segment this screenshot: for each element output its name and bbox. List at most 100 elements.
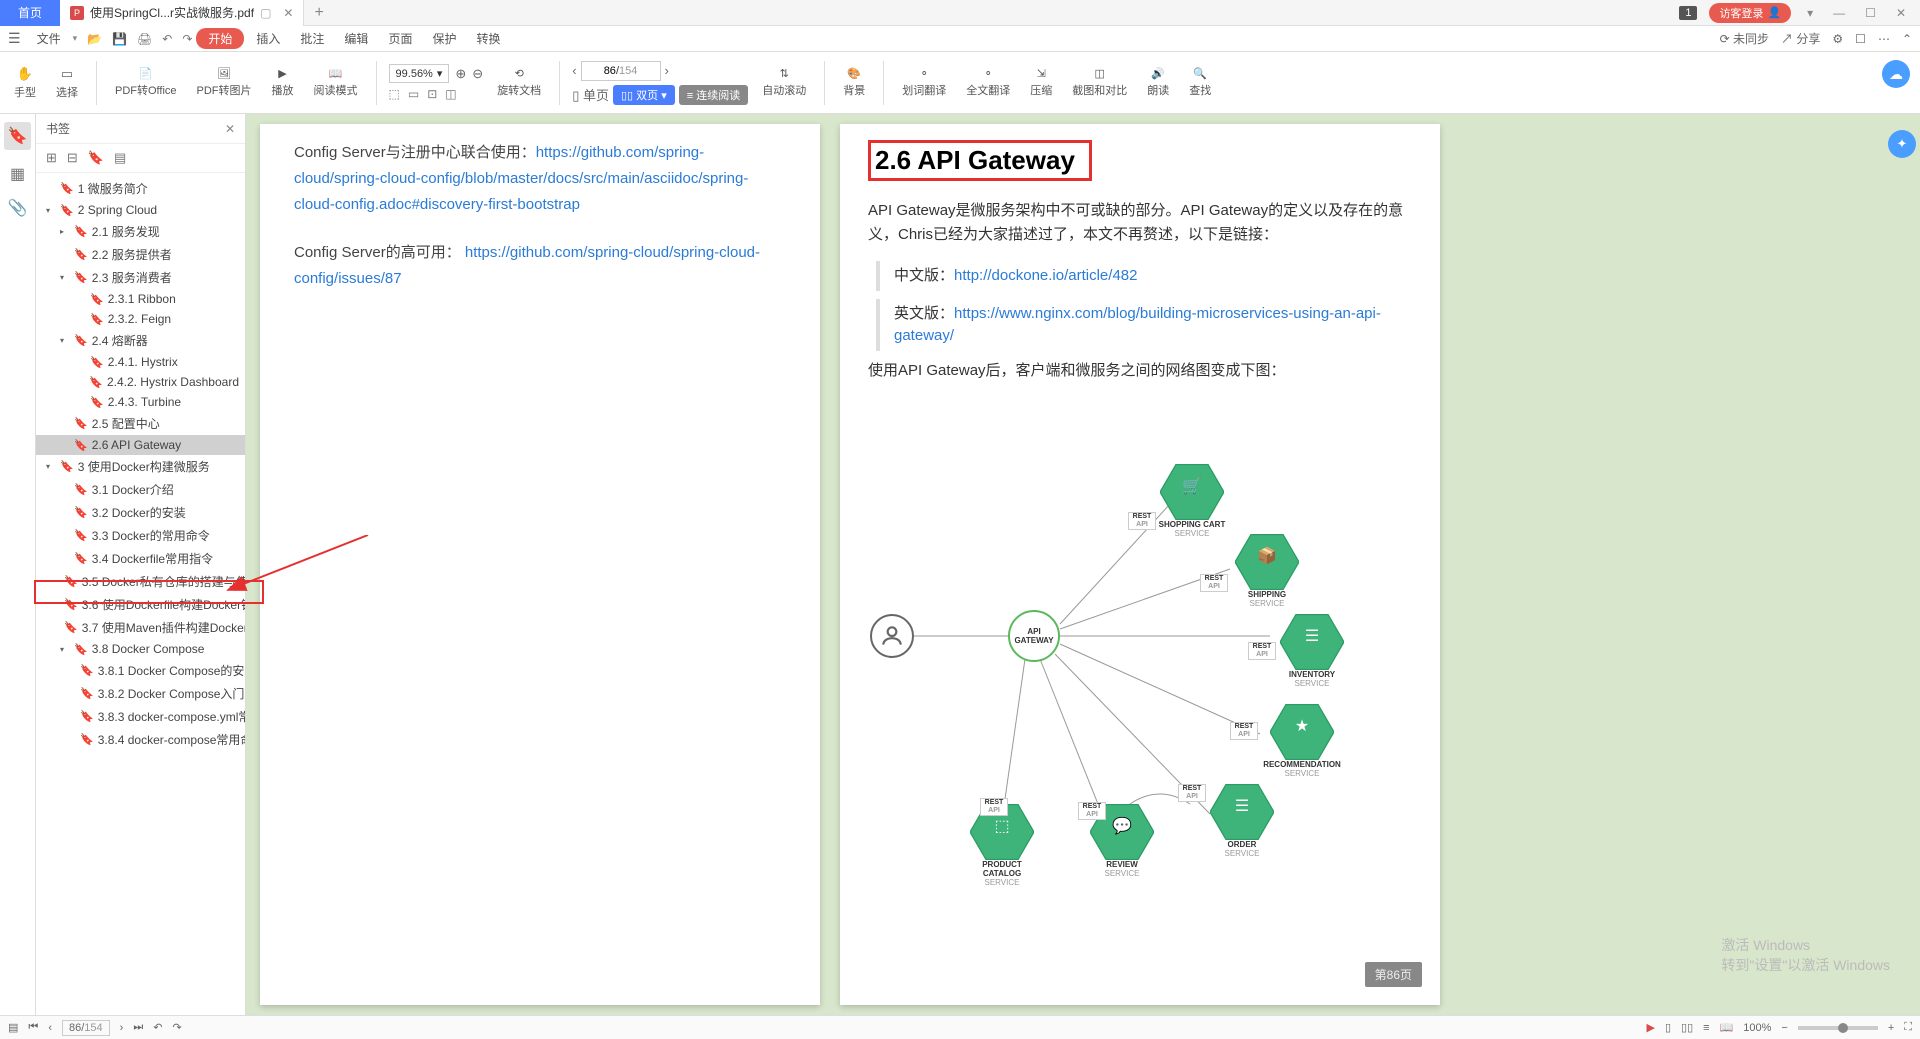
bookmark-item[interactable]: 🔖2.2 服务提供者 [36, 243, 245, 266]
hamburger-icon[interactable]: ☰ [8, 30, 21, 47]
bookmark-item[interactable]: ▸🔖2.1 服务发现 [36, 220, 245, 243]
prev-page-icon[interactable]: ‹ [572, 63, 576, 78]
background-tool[interactable]: 🎨背景 [837, 67, 871, 98]
file-dropdown-icon[interactable]: ▾ [73, 33, 78, 44]
select-tool[interactable]: ▭选择 [50, 66, 84, 100]
print-icon[interactable]: 🖨 [137, 32, 152, 46]
more-icon[interactable]: ⋯ [1878, 32, 1890, 46]
bookmark-rail-icon[interactable]: 🔖 [4, 122, 32, 150]
sb-next-page[interactable]: › [120, 1022, 124, 1034]
bookmark-item[interactable]: 🔖2.4.1. Hystrix [36, 352, 245, 372]
menu-page[interactable]: 页面 [380, 26, 420, 51]
share-button[interactable]: ↗ 分享 [1781, 30, 1820, 47]
bookmark-item[interactable]: 🔖3.8.1 Docker Compose的安装 [36, 659, 245, 682]
bookmark-item[interactable]: ▾🔖2.4 熔断器 [36, 329, 245, 352]
redo-icon[interactable]: ↷ [182, 32, 192, 46]
read-aloud-tool[interactable]: 🔊朗读 [1141, 67, 1175, 98]
sb-view-book[interactable]: 📖 [1720, 1021, 1734, 1034]
bookmark-item[interactable]: 🔖3.2 Docker的安装 [36, 501, 245, 524]
attachment-rail-icon[interactable]: 📎 [8, 198, 28, 218]
file-tab[interactable]: P 使用SpringCl...r实战微服务.pdf ▢ ✕ [60, 0, 304, 26]
menu-edit[interactable]: 编辑 [336, 26, 376, 51]
bookmark-item[interactable]: 🔖3.8.2 Docker Compose入门示例 [36, 682, 245, 705]
bookmark-item[interactable]: 🔖2.4.2. Hystrix Dashboard [36, 372, 245, 392]
bookmark-options-icon[interactable]: ▤ [114, 150, 126, 166]
bookmark-item[interactable]: 🔖3.1 Docker介绍 [36, 478, 245, 501]
bookmark-item[interactable]: 🔖3.5 Docker私有仓库的搭建与使用 [36, 570, 245, 593]
sb-zoom-out[interactable]: − [1781, 1022, 1787, 1034]
close-tab-icon[interactable]: ✕ [283, 6, 293, 20]
actual-size-icon[interactable]: ⊡ [427, 87, 437, 101]
feedback-icon[interactable]: ☐ [1855, 32, 1866, 46]
sb-panel-icon[interactable]: ▤ [8, 1021, 18, 1034]
floating-assistant-button[interactable]: ✦ [1888, 130, 1916, 158]
bookmark-item[interactable]: 🔖3.3 Docker的常用命令 [36, 524, 245, 547]
bookmark-item[interactable]: ▾🔖3.8 Docker Compose [36, 639, 245, 659]
bookmark-item[interactable]: 🔖3.8.3 docker-compose.yml常用命令 [36, 705, 245, 728]
guest-login-button[interactable]: 访客登录 👤 [1709, 3, 1791, 23]
double-page-button[interactable]: ▯▯ 双页 ▾ [613, 85, 675, 105]
menu-annotate[interactable]: 批注 [292, 26, 332, 51]
sb-zoom-value[interactable]: 100% [1743, 1022, 1771, 1034]
tab-menu-icon[interactable]: ▢ [260, 6, 271, 20]
sb-zoom-in[interactable]: + [1888, 1022, 1894, 1034]
bookmark-item[interactable]: 🔖3.8.4 docker-compose常用命令 [36, 728, 245, 751]
sb-view-continuous[interactable]: ≡ [1703, 1022, 1709, 1034]
zoom-in-icon[interactable]: ⊕ [455, 66, 466, 82]
sb-view-single[interactable]: ▯ [1665, 1021, 1671, 1034]
thumbnail-rail-icon[interactable]: ▦ [10, 164, 25, 184]
link-zh[interactable]: http://dockone.io/article/482 [954, 267, 1137, 284]
bookmark-item[interactable]: 🔖2.5 配置中心 [36, 412, 245, 435]
compare-tool[interactable]: ◫截图和对比 [1066, 67, 1133, 98]
bookmark-item[interactable]: 🔖3.7 使用Maven插件构建Docker镜像 [36, 616, 245, 639]
sb-first-page[interactable]: ⏮ [28, 1021, 38, 1034]
zoom-out-icon[interactable]: ⊖ [472, 66, 483, 82]
add-bookmark-icon[interactable]: 🔖 [88, 150, 104, 166]
save-icon[interactable]: 💾 [112, 32, 127, 46]
cloud-sync-button[interactable]: ☁ [1882, 60, 1910, 88]
sb-record-icon[interactable]: ▶ [1647, 1021, 1655, 1034]
bookmark-item[interactable]: ▾🔖2.3 服务消费者 [36, 266, 245, 289]
home-tab[interactable]: 首页 [0, 0, 60, 26]
expand-all-icon[interactable]: ⊞ [46, 150, 57, 166]
bookmark-item[interactable]: 🔖3.4 Dockerfile常用指令 [36, 547, 245, 570]
fit-page-icon[interactable]: ▭ [408, 87, 419, 101]
sb-forward-icon[interactable]: ↷ [172, 1021, 181, 1034]
continuous-read-button[interactable]: ≡ 连续阅读 [679, 85, 748, 105]
pdf-to-office[interactable]: 📄PDF转Office [109, 67, 183, 98]
sb-last-page[interactable]: ⏭ [133, 1021, 143, 1034]
sb-page-input[interactable]: 86/154 [62, 1020, 110, 1036]
rotate-tool[interactable]: ⟲旋转文档 [491, 67, 547, 98]
sb-back-icon[interactable]: ↶ [153, 1021, 162, 1034]
fit-icon[interactable]: ◫ [445, 87, 456, 101]
find-tool[interactable]: 🔍查找 [1183, 67, 1217, 98]
full-translate-tool[interactable]: ⚬全文翻译 [960, 67, 1016, 98]
notification-badge[interactable]: 1 [1679, 6, 1697, 20]
dropdown-icon[interactable]: ▾ [1803, 6, 1817, 20]
sidebar-close-icon[interactable]: ✕ [225, 122, 235, 136]
bookmark-item[interactable]: 🔖2.3.2. Feign [36, 309, 245, 329]
next-page-icon[interactable]: › [665, 63, 669, 78]
sb-zoom-slider[interactable] [1798, 1026, 1878, 1030]
zoom-input[interactable]: 99.56% ▾ [389, 64, 450, 83]
collapse-ribbon-icon[interactable]: ⌃ [1902, 32, 1912, 46]
link-en[interactable]: https://www.nginx.com/blog/building-micr… [894, 305, 1381, 344]
close-window-icon[interactable]: ✕ [1892, 6, 1910, 20]
collapse-all-icon[interactable]: ⊟ [67, 150, 78, 166]
word-translate-tool[interactable]: ⚬划词翻译 [896, 67, 952, 98]
hand-tool[interactable]: ✋手型 [8, 66, 42, 100]
sb-view-double[interactable]: ▯▯ [1681, 1021, 1693, 1034]
sync-status[interactable]: ⟳ 未同步 [1720, 30, 1769, 47]
bookmark-item[interactable]: 🔖2.6 API Gateway [36, 435, 245, 455]
settings-icon[interactable]: ⚙ [1832, 32, 1843, 46]
menu-convert[interactable]: 转换 [468, 26, 508, 51]
fit-width-icon[interactable]: ⬚ [389, 87, 400, 101]
menu-insert[interactable]: 插入 [248, 26, 288, 51]
menu-protect[interactable]: 保护 [424, 26, 464, 51]
bookmark-item[interactable]: 🔖2.3.1 Ribbon [36, 289, 245, 309]
sb-prev-page[interactable]: ‹ [48, 1022, 52, 1034]
pdf-to-image[interactable]: 🖼PDF转图片 [191, 67, 258, 98]
bookmark-item[interactable]: 🔖1 微服务简介 [36, 177, 245, 200]
menu-start[interactable]: 开始 [196, 28, 244, 49]
autoscroll-tool[interactable]: ⇅自动滚动 [756, 67, 812, 98]
